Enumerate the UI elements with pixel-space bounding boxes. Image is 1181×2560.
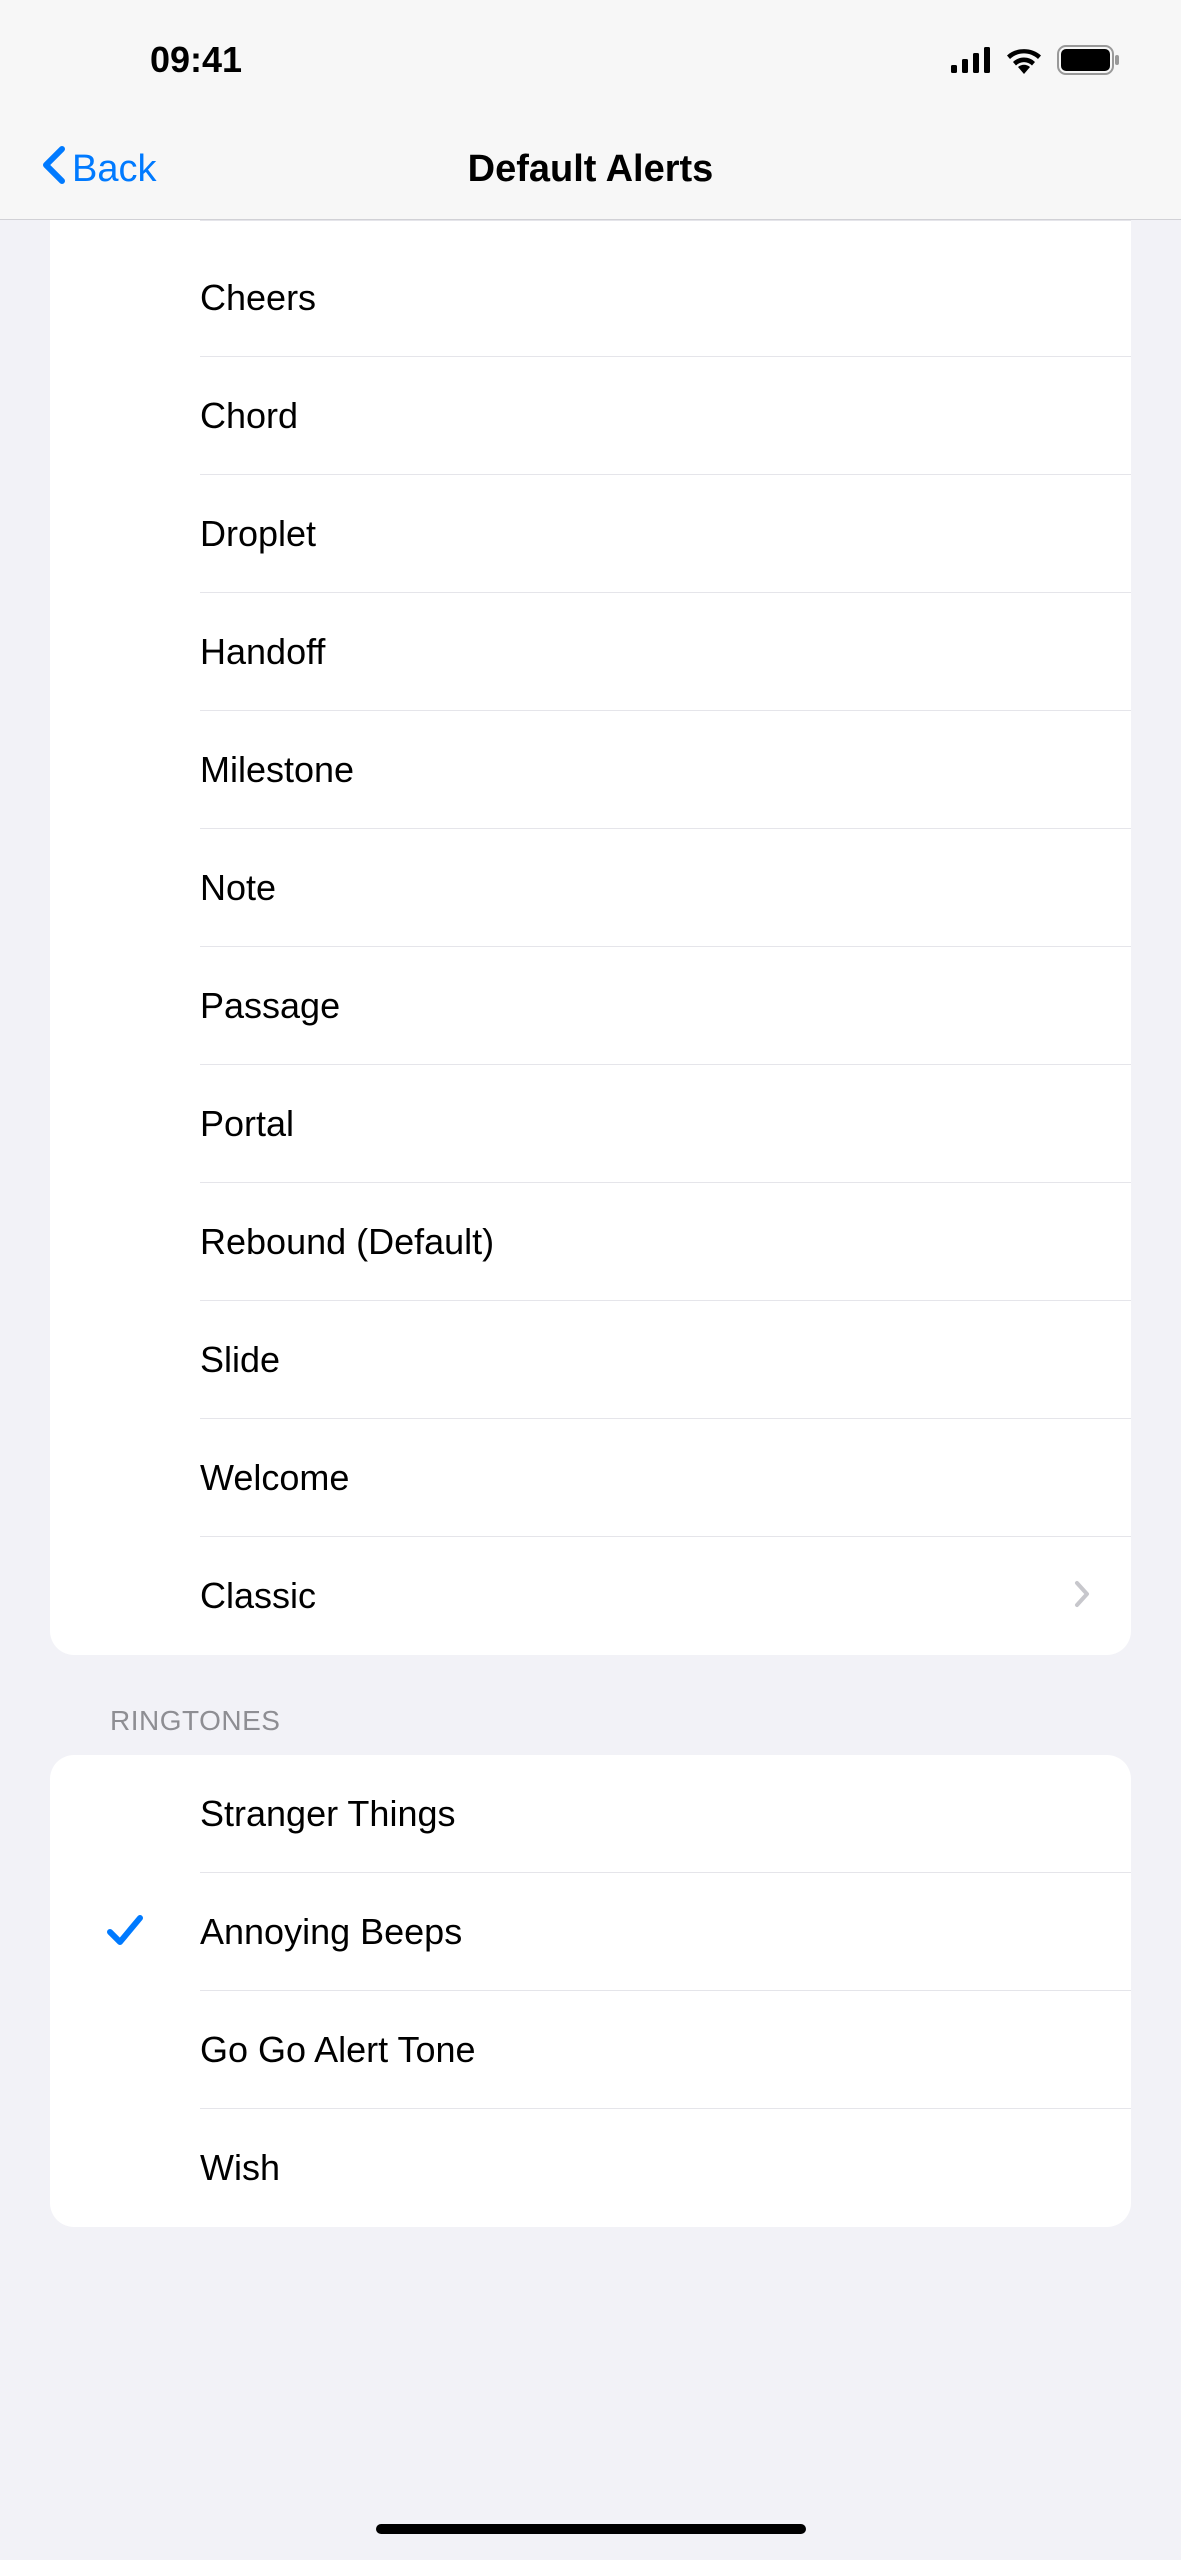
list-item[interactable]: Cheers [50,239,1131,357]
list-item-label: Wish [200,2147,1091,2189]
cellular-signal-icon [951,47,991,73]
status-time: 09:41 [150,39,242,81]
back-button[interactable]: Back [40,145,156,195]
page-title: Default Alerts [468,148,714,191]
list-item-label: Handoff [200,631,1091,673]
list-item[interactable]: Passage [50,947,1131,1065]
list-item[interactable]: Slide [50,1301,1131,1419]
chevron-right-icon [1073,1579,1091,1614]
ringtones-list: Stranger Things Annoying Beeps Go Go Alert… [50,1755,1131,2227]
list-item-label: Chord [200,395,1091,437]
list-item[interactable]: Milestone [50,711,1131,829]
list-item-label: Passage [200,985,1091,1027]
list-item[interactable]: Go Go Alert Tone [50,1991,1131,2109]
list-item-label: Go Go Alert Tone [200,2029,1091,2071]
status-icons [951,45,1121,75]
wifi-icon [1005,46,1043,74]
list-item-label: Rebound (Default) [200,1221,1091,1263]
home-indicator[interactable] [376,2524,806,2534]
alert-tones-list: Cheers Chord Droplet Handoff Milestone Note Pa… [50,220,1131,1655]
list-item[interactable]: Handoff [50,593,1131,711]
list-item-label: Stranger Things [200,1793,1091,1835]
list-item-label: Droplet [200,513,1091,555]
list-item[interactable]: Rebound (Default) [50,1183,1131,1301]
list-item-label: Slide [200,1339,1091,1381]
list-item-label: Cheers [200,277,1091,319]
ringtones-section-header: RINGTONES [50,1655,1131,1755]
list-item[interactable]: Classic [50,1537,1131,1655]
list-item-label: Annoying Beeps [200,1911,1091,1953]
list-item[interactable]: Chord [50,357,1131,475]
status-bar: 09:41 [0,0,1181,120]
list-item[interactable]: Welcome [50,1419,1131,1537]
list-item[interactable]: Droplet [50,475,1131,593]
list-item[interactable]: Wish [50,2109,1131,2227]
list-item[interactable]: Portal [50,1065,1131,1183]
navigation-bar: Back Default Alerts [0,120,1181,220]
checkmark-column [50,1912,200,1953]
list-item[interactable]: Annoying Beeps [50,1873,1131,1991]
list-item[interactable]: Note [50,829,1131,947]
checkmark-icon [106,1912,144,1953]
list-item[interactable]: Stranger Things [50,1755,1131,1873]
list-item-label: Welcome [200,1457,1091,1499]
list-item-label: Portal [200,1103,1091,1145]
list-item-label: Classic [200,1575,1073,1617]
battery-icon [1057,45,1121,75]
list-item-label: Note [200,867,1091,909]
chevron-left-icon [40,145,66,195]
content-area: Cheers Chord Droplet Handoff Milestone Note Pa… [0,220,1181,2267]
back-label: Back [72,148,156,191]
list-item-label: Milestone [200,749,1091,791]
